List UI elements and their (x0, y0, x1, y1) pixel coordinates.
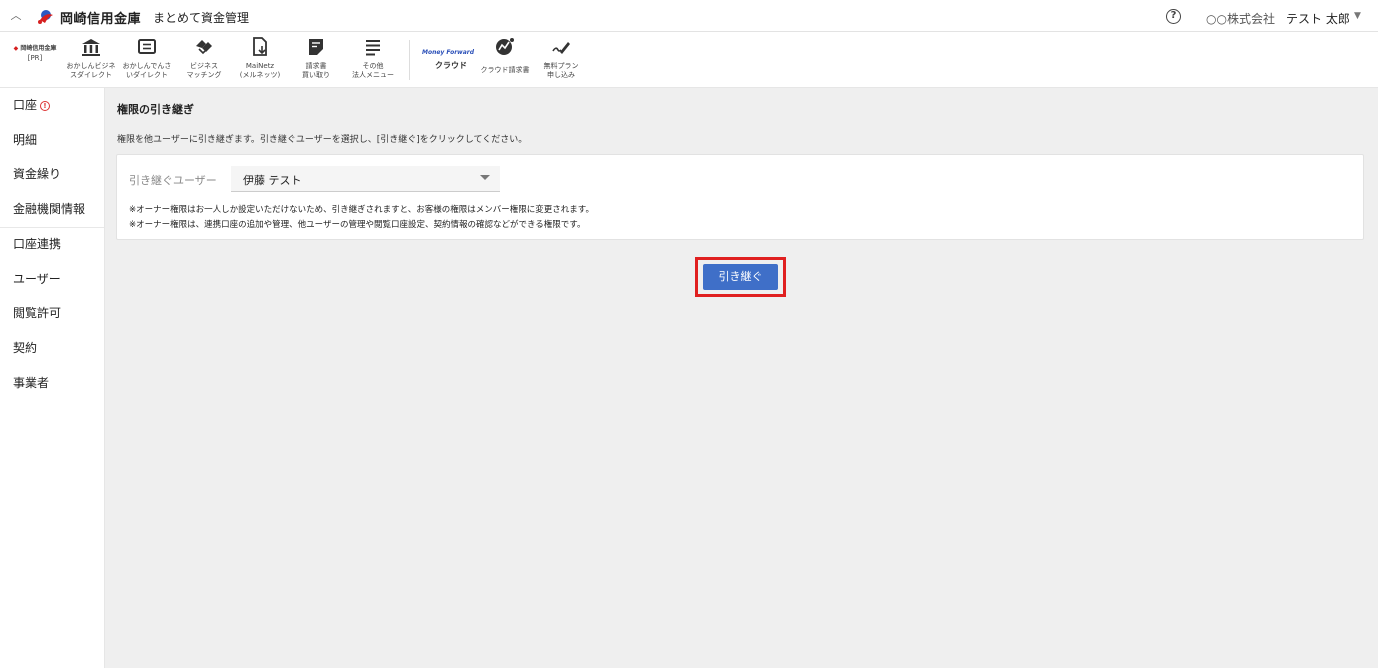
chart-badge-icon (496, 38, 514, 55)
toolbar-label: クラウド請求書 (480, 66, 530, 74)
bank-logo-icon (38, 10, 53, 24)
help-icon[interactable]: ? (1166, 9, 1181, 24)
toolbar-label: マッチング (186, 71, 222, 79)
sidebar-item-cash-flow[interactable]: 資金繰り (0, 157, 104, 192)
app-name: まとめて資金管理 (153, 11, 250, 25)
toolbar-item-cloud-invoice[interactable]: クラウド請求書 (476, 36, 534, 75)
toolbar-label: その他 (362, 62, 384, 70)
sidebar-item-contract[interactable]: 契約 (0, 331, 104, 366)
toolbar-label: MaiNetz (245, 62, 275, 70)
field-label: 引き継ぐユーザー (129, 174, 217, 187)
money-forward-logo[interactable]: Money Forward (422, 49, 474, 56)
page-description: 権限を他ユーザーに引き継ぎます。引き継ぐユーザーを選択し、[引き継ぐ]をクリック… (117, 135, 528, 145)
collapse-chevron-icon[interactable]: ︿ (8, 6, 24, 26)
toolbar-item-mainetz[interactable]: MaiNetz (メルネッツ) (234, 36, 286, 80)
sidebar-item-label: 口座 (13, 98, 38, 112)
toolbar-label: おかしんビジネ (66, 62, 116, 70)
toolbar-label: スダイレクト (70, 71, 112, 79)
pr-logo-text: 岡崎信用金庫 (20, 45, 57, 52)
alert-icon: ! (40, 101, 51, 111)
toolbar-item-business-matching[interactable]: ビジネス マッチング (178, 36, 230, 80)
toolbar-label: 請求書 (305, 62, 327, 70)
toolbar-item-business-direct[interactable]: おかしんビジネ スダイレクト (64, 36, 118, 80)
toolbar-label: おかしんでんさ (122, 62, 172, 70)
pr-logo-icon: ◆ (13, 45, 19, 52)
toolbar-label: 買い取り (302, 71, 330, 79)
dropdown-caret-icon (480, 175, 490, 180)
toolbar-label: いダイレクト (126, 71, 168, 79)
sidebar-item-business[interactable]: 事業者 (0, 366, 104, 401)
top-header: ︿ 岡崎信用金庫 まとめて資金管理 ? ○○株式会社 テスト 太郎 ▼ (0, 0, 1378, 32)
page-title: 権限の引き継ぎ (117, 103, 194, 116)
invoice-icon (309, 39, 323, 55)
user-select[interactable]: 伊藤 テスト (231, 166, 500, 192)
sidebar-item-account-link[interactable]: 口座連携 (0, 227, 104, 262)
toolbar-item-invoice-purchase[interactable]: 請求書 買い取り (292, 36, 340, 80)
toolbar-label: 申し込み (547, 71, 575, 79)
toolbar-item-densai-direct[interactable]: おかしんでんさ いダイレクト (120, 36, 174, 80)
pr-label: [PR] (27, 54, 43, 62)
toolbar-label: 法人メニュー (352, 71, 394, 79)
bank-name: 岡崎信用金庫 (60, 12, 142, 27)
pr-logo-link[interactable]: ◆ 岡崎信用金庫 [PR] (6, 44, 64, 63)
main-content: 権限の引き継ぎ 権限を他ユーザーに引き継ぎます。引き継ぐユーザーを選択し、[引き… (105, 88, 1378, 668)
select-value: 伊藤 テスト (243, 174, 302, 187)
toolbar-divider (409, 40, 410, 80)
file-download-icon (253, 37, 267, 56)
document-list-icon (138, 39, 156, 54)
sidebar-item-accounts[interactable]: 口座! (0, 88, 104, 123)
note-text: ※オーナー権限は、連携口座の追加や管理、他ユーザーの管理や閲覧口座設定、契約情報… (129, 220, 586, 230)
toolbar-label: 無料プラン (543, 62, 579, 70)
money-forward-cloud-label[interactable]: クラウド (435, 60, 467, 71)
bank-icon (82, 39, 100, 56)
user-menu[interactable]: テスト 太郎 (1286, 10, 1350, 27)
note-text: ※オーナー権限はお一人しか設定いただけないため、引き継ぎされますと、お客様の権限… (129, 205, 594, 215)
sidebar-item-view-permission[interactable]: 閲覧許可 (0, 296, 104, 331)
toolbar-label: (メルネッツ) (239, 71, 281, 79)
company-name: ○○株式会社 (1206, 12, 1275, 26)
handshake-icon (196, 40, 212, 55)
transfer-button[interactable]: 引き継ぐ (703, 264, 778, 290)
sidebar-item-users[interactable]: ユーザー (0, 262, 104, 297)
toolbar-item-free-plan[interactable]: 無料プラン 申し込み (538, 36, 584, 80)
sidebar-nav: 口座! 明細 資金繰り 金融機関情報 口座連携 ユーザー 閲覧許可 契約 事業者 (0, 88, 105, 668)
sidebar-item-institution-info[interactable]: 金融機関情報 (0, 192, 104, 227)
pen-sign-icon (552, 42, 570, 54)
menu-lines-icon (366, 40, 380, 56)
service-toolbar: ◆ 岡崎信用金庫 [PR] おかしんビジネ スダイレクト おかしんでんさ いダイ… (0, 32, 1378, 88)
caret-down-icon[interactable]: ▼ (1354, 11, 1361, 21)
toolbar-item-other-menu[interactable]: その他 法人メニュー (346, 36, 400, 80)
sidebar-item-statements[interactable]: 明細 (0, 123, 104, 158)
transfer-form-card: 引き継ぐユーザー 伊藤 テスト ※オーナー権限はお一人しか設定いただけないため、… (116, 154, 1364, 240)
toolbar-label: ビジネス (190, 62, 218, 70)
